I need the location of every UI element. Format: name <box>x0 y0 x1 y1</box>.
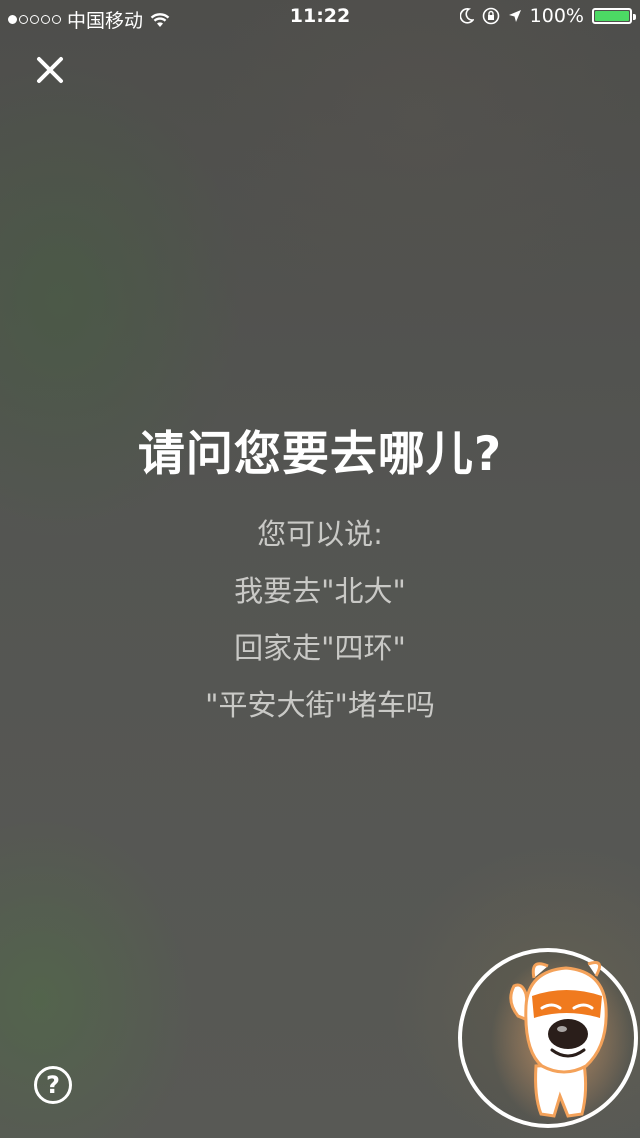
question-circle-icon: ? <box>46 1071 60 1099</box>
page-title: 请问您要去哪儿? <box>137 427 503 482</box>
battery-tip <box>633 14 636 20</box>
location-arrow-icon <box>508 10 521 22</box>
status-bar-right: 100% <box>459 5 636 27</box>
hint-example: "平安大街"堵车吗 <box>205 688 435 722</box>
hint-example: 回家走"四环" <box>234 631 406 665</box>
close-button[interactable] <box>32 52 68 88</box>
voice-hints: 您可以说: 我要去"北大" 回家走"四环" "平安大街"堵车吗 <box>0 512 640 740</box>
orientation-lock-icon <box>482 7 499 25</box>
hint-example: 我要去"北大" <box>234 574 406 608</box>
status-bar: 中国移动 11:22 100% <box>0 0 640 34</box>
battery-fill <box>595 11 629 21</box>
battery-icon <box>592 8 636 24</box>
close-icon <box>37 57 63 83</box>
help-button[interactable]: ? <box>34 1066 72 1104</box>
voice-assistant-button[interactable] <box>456 946 640 1138</box>
battery-percent: 100% <box>529 5 584 27</box>
moon-icon <box>459 8 474 24</box>
hint-subtitle: 您可以说: <box>257 517 383 551</box>
mascot-dog-icon <box>458 948 638 1128</box>
